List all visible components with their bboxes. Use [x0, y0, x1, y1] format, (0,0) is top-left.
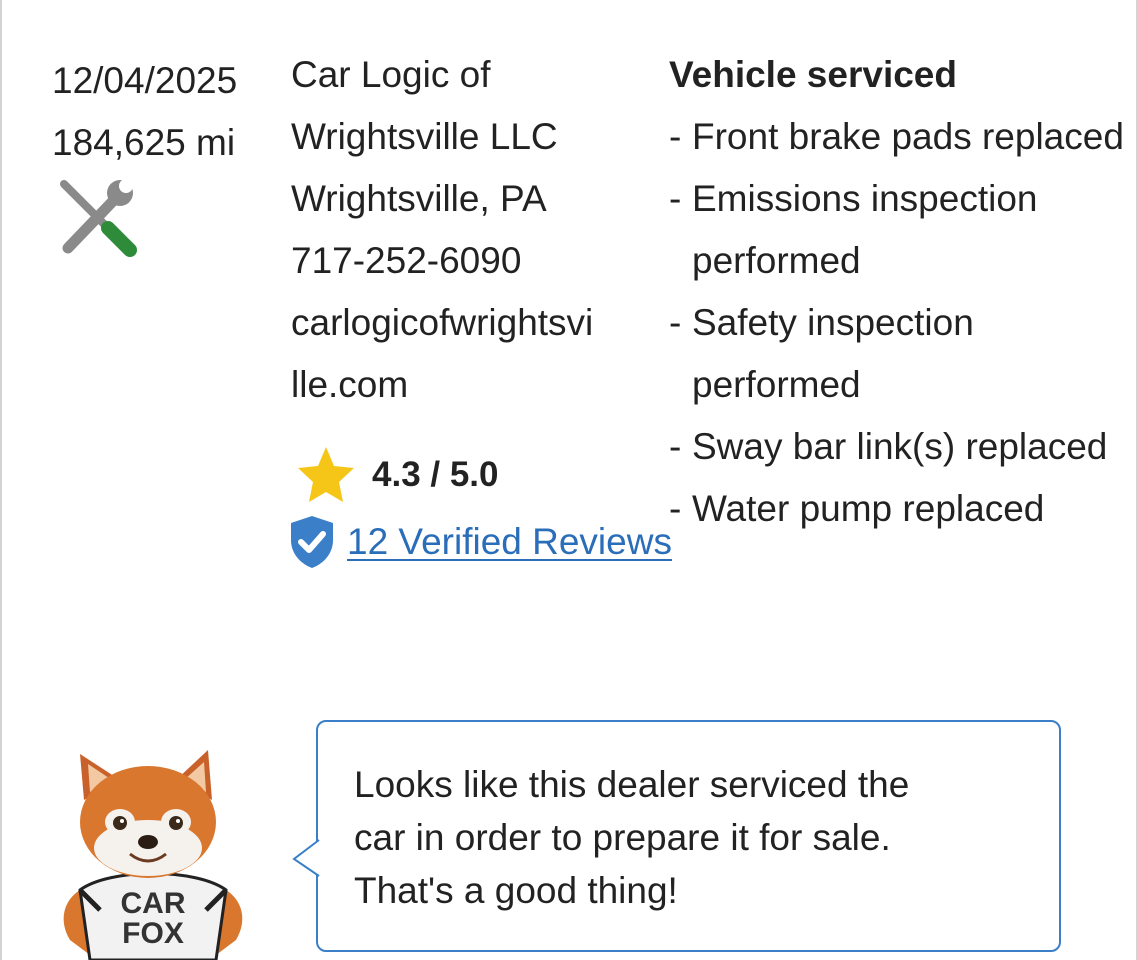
- carfox-mascot-icon: CAR FOX: [63, 750, 243, 960]
- service-item: Emissions inspection performed: [669, 168, 1129, 292]
- rating-value: 4.3 / 5.0: [372, 455, 499, 494]
- dealer-info: Car Logic of Wrightsville LLC Wrightsvil…: [291, 44, 651, 416]
- dealer-location: Wrightsville, PA: [291, 178, 547, 219]
- dealer-website-line2[interactable]: lle.com: [291, 354, 651, 416]
- carfox-shirt-line2: FOX: [122, 917, 184, 950]
- verified-shield-icon: [291, 516, 333, 568]
- service-item: Sway bar link(s) replaced: [669, 416, 1129, 478]
- speech-bubble-tail: [292, 839, 321, 877]
- service-item: Safety inspection performed: [669, 292, 1129, 416]
- dealer-phone[interactable]: 717-252-6090: [291, 230, 651, 292]
- service-item: Water pump replaced: [669, 478, 1129, 540]
- dealer-rating: 4.3 / 5.0: [296, 444, 498, 506]
- dealer-name-line2: Wrightsville LLC: [291, 116, 558, 157]
- record-date-column: 12/04/2025 184,625 mi: [52, 50, 237, 174]
- verified-reviews: 12 Verified Reviews: [289, 514, 672, 570]
- service-details: Vehicle serviced Front brake pads replac…: [669, 44, 1129, 540]
- record-date: 12/04/2025: [52, 60, 238, 101]
- service-item: Front brake pads replaced: [669, 106, 1129, 168]
- star-icon: [298, 447, 354, 502]
- record-mileage: 184,625 mi: [52, 122, 236, 163]
- carfox-speech-bubble: Looks like this dealer serviced the car …: [316, 720, 1061, 952]
- service-heading: Vehicle serviced: [669, 54, 957, 95]
- verified-reviews-link[interactable]: 12 Verified Reviews: [347, 521, 672, 563]
- carfox-message: Looks like this dealer serviced the car …: [354, 758, 1034, 917]
- dealer-name-line1: Car Logic of: [291, 54, 491, 95]
- card-border-left: [0, 0, 2, 960]
- carfox-message-line3: That's a good thing!: [354, 870, 678, 911]
- carfox-message-line2: car in order to prepare it for sale.: [354, 817, 891, 858]
- carfox-shirt-line1: CAR: [121, 887, 186, 920]
- carfox-message-line1: Looks like this dealer serviced the: [354, 764, 910, 805]
- service-tools-icon: [60, 179, 137, 257]
- dealer-website-line1[interactable]: carlogicofwrightsvi: [291, 292, 651, 354]
